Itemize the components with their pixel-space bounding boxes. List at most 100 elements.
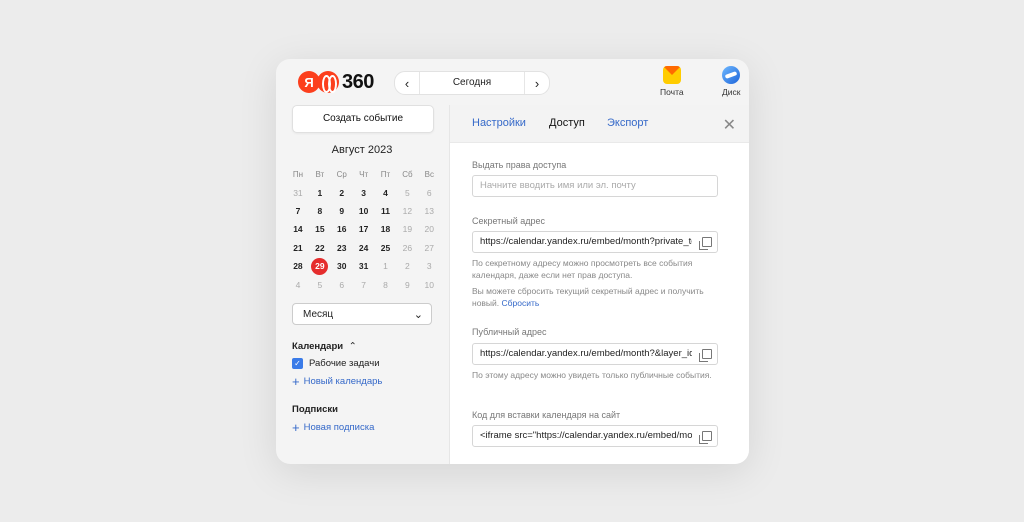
weekday-label: Пт bbox=[380, 169, 391, 179]
copy-icon[interactable] bbox=[699, 237, 712, 250]
calendar-day[interactable]: 4 bbox=[287, 280, 309, 290]
access-input[interactable]: Начните вводить имя или эл. почту bbox=[472, 175, 718, 197]
new-subscription-link[interactable]: + Новая подписка bbox=[292, 419, 375, 435]
prev-period-button[interactable]: ‹ bbox=[395, 76, 419, 91]
calendar-day[interactable]: 21 bbox=[287, 243, 309, 253]
reset-link[interactable]: Сбросить bbox=[502, 298, 540, 308]
calendar-day[interactable]: 14 bbox=[287, 224, 309, 234]
tab-access[interactable]: Доступ bbox=[549, 117, 585, 129]
mini-calendar-title: Август 2023 bbox=[331, 144, 393, 156]
calendar-day[interactable]: 5 bbox=[309, 280, 331, 290]
calendar-day[interactable]: 26 bbox=[396, 243, 418, 253]
close-icon[interactable]: ✕ bbox=[723, 115, 736, 135]
calendar-day[interactable]: 11 bbox=[375, 206, 397, 216]
calendar-day[interactable]: 3 bbox=[418, 261, 440, 271]
calendar-day[interactable]: 8 bbox=[309, 206, 331, 216]
calendars-section-title[interactable]: Календари ⌃ bbox=[292, 341, 357, 352]
calendar-day[interactable]: 31 bbox=[353, 261, 375, 271]
calendar-day[interactable]: 15 bbox=[309, 224, 331, 234]
embed-code-value: <iframe src="https://calendar.yandex.ru/… bbox=[480, 430, 692, 441]
create-event-button[interactable]: Создать событие bbox=[292, 105, 434, 133]
calendar-day[interactable]: 17 bbox=[353, 224, 375, 234]
secret-address-label: Секретный адрес bbox=[472, 216, 546, 226]
mini-calendar: Пн Вт Ср Чт Пт Сб Вс 31 1 2 3 4 5 6 7 8 9 10 11 12 13… bbox=[287, 165, 440, 294]
view-mode-select[interactable]: Месяц ⌄ bbox=[292, 303, 432, 325]
calendar-day[interactable]: 7 bbox=[287, 206, 309, 216]
calendar-day[interactable]: 19 bbox=[396, 224, 418, 234]
calendar-day[interactable]: 2 bbox=[331, 188, 353, 198]
logo-number: 360 bbox=[342, 70, 374, 93]
weekday-label: Пн bbox=[292, 169, 304, 179]
calendar-day[interactable]: 10 bbox=[353, 206, 375, 216]
calendar-day[interactable]: 8 bbox=[375, 280, 397, 290]
calendar-day[interactable]: 27 bbox=[418, 243, 440, 253]
calendar-week-row: 7 8 9 10 11 12 13 bbox=[287, 202, 440, 220]
mail-icon bbox=[662, 66, 681, 84]
calendar-day[interactable]: 24 bbox=[353, 243, 375, 253]
calendar-week-row: 31 1 2 3 4 5 6 bbox=[287, 183, 440, 201]
calendar-item-work-tasks[interactable]: ✓ Рабочие задачи bbox=[292, 358, 380, 369]
calendar-day[interactable]: 1 bbox=[375, 261, 397, 271]
copy-icon[interactable] bbox=[699, 349, 712, 362]
calendar-day[interactable]: 5 bbox=[396, 188, 418, 198]
weekday-header: Пн Вт Ср Чт Пт Сб Вс bbox=[287, 165, 440, 183]
calendar-day[interactable]: 9 bbox=[331, 206, 353, 216]
calendar-day[interactable]: 29 bbox=[309, 257, 331, 275]
next-period-button[interactable]: › bbox=[525, 76, 549, 91]
embed-code-label: Код для вставки календаря на сайт bbox=[472, 410, 621, 420]
plus-icon: + bbox=[292, 419, 300, 435]
calendar-day[interactable]: 1 bbox=[309, 188, 331, 198]
calendar-day[interactable]: 2 bbox=[396, 261, 418, 271]
mail-app-label: Почта bbox=[660, 87, 684, 97]
view-mode-value: Месяц bbox=[303, 309, 334, 320]
weekday-label: Ср bbox=[336, 169, 347, 179]
calendar-day[interactable]: 10 bbox=[418, 280, 440, 290]
public-address-value: https://calendar.yandex.ru/embed/month?&… bbox=[480, 348, 692, 359]
calendar-day[interactable]: 28 bbox=[287, 261, 309, 271]
calendar-week-row: 21 22 23 24 25 26 27 bbox=[287, 239, 440, 257]
chevron-down-icon: ⌄ bbox=[413, 309, 423, 321]
disk-icon bbox=[722, 66, 741, 84]
calendar-day[interactable]: 22 bbox=[309, 243, 331, 253]
calendar-day[interactable]: 9 bbox=[396, 280, 418, 290]
calendar-day[interactable]: 31 bbox=[287, 188, 309, 198]
calendar-day[interactable]: 23 bbox=[331, 243, 353, 253]
tab-export[interactable]: Экспорт bbox=[607, 117, 648, 129]
public-address-field[interactable]: https://calendar.yandex.ru/embed/month?&… bbox=[472, 343, 718, 365]
today-button[interactable]: Сегодня bbox=[419, 72, 525, 94]
calendar-day[interactable]: 4 bbox=[375, 188, 397, 198]
copy-icon[interactable] bbox=[699, 431, 712, 444]
calendar-day[interactable]: 25 bbox=[375, 243, 397, 253]
logo-mark-icon bbox=[317, 71, 339, 93]
calendars-title: Календари bbox=[292, 341, 344, 352]
calendar-day[interactable]: 12 bbox=[396, 206, 418, 216]
calendar-week-row: 28 29 30 31 1 2 3 bbox=[287, 257, 440, 275]
calendar-day[interactable]: 6 bbox=[418, 188, 440, 198]
yandex-360-logo[interactable]: Я 360 bbox=[298, 71, 374, 93]
weekday-label: Сб bbox=[402, 169, 413, 179]
calendar-day[interactable]: 6 bbox=[331, 280, 353, 290]
calendar-day[interactable]: 30 bbox=[331, 261, 353, 271]
checkbox-checked-icon[interactable]: ✓ bbox=[292, 358, 303, 369]
weekday-label: Чт bbox=[359, 169, 369, 179]
calendar-day[interactable]: 13 bbox=[418, 206, 440, 216]
calendar-day[interactable]: 16 bbox=[331, 224, 353, 234]
embed-code-field[interactable]: <iframe src="https://calendar.yandex.ru/… bbox=[472, 425, 718, 447]
new-subscription-label: Новая подписка bbox=[303, 422, 375, 433]
tab-settings[interactable]: Настройки bbox=[472, 117, 526, 129]
public-address-label: Публичный адрес bbox=[472, 327, 547, 337]
new-calendar-label: Новый календарь bbox=[303, 376, 383, 387]
secret-address-hint: По секретному адресу можно просмотреть в… bbox=[472, 258, 693, 280]
disk-app-link[interactable]: Диск bbox=[722, 66, 740, 97]
mail-app-link[interactable]: Почта bbox=[660, 66, 684, 97]
calendar-day[interactable]: 3 bbox=[353, 188, 375, 198]
calendar-weeks: 31 1 2 3 4 5 6 7 8 9 10 11 12 13 14 15 16 17 18 19 20 21 22 23 2… bbox=[287, 183, 440, 293]
calendar-day[interactable]: 7 bbox=[353, 280, 375, 290]
new-calendar-link[interactable]: + Новый календарь bbox=[292, 375, 383, 388]
app-window: Я 360 ‹ Сегодня › Почта Диск Создать соб… bbox=[276, 59, 749, 464]
secret-address-field[interactable]: https://calendar.yandex.ru/embed/month?p… bbox=[472, 231, 718, 253]
calendar-day[interactable]: 18 bbox=[375, 224, 397, 234]
access-label: Выдать права доступа bbox=[472, 160, 567, 170]
disk-app-label: Диск bbox=[722, 87, 741, 97]
calendar-day[interactable]: 20 bbox=[418, 224, 440, 234]
